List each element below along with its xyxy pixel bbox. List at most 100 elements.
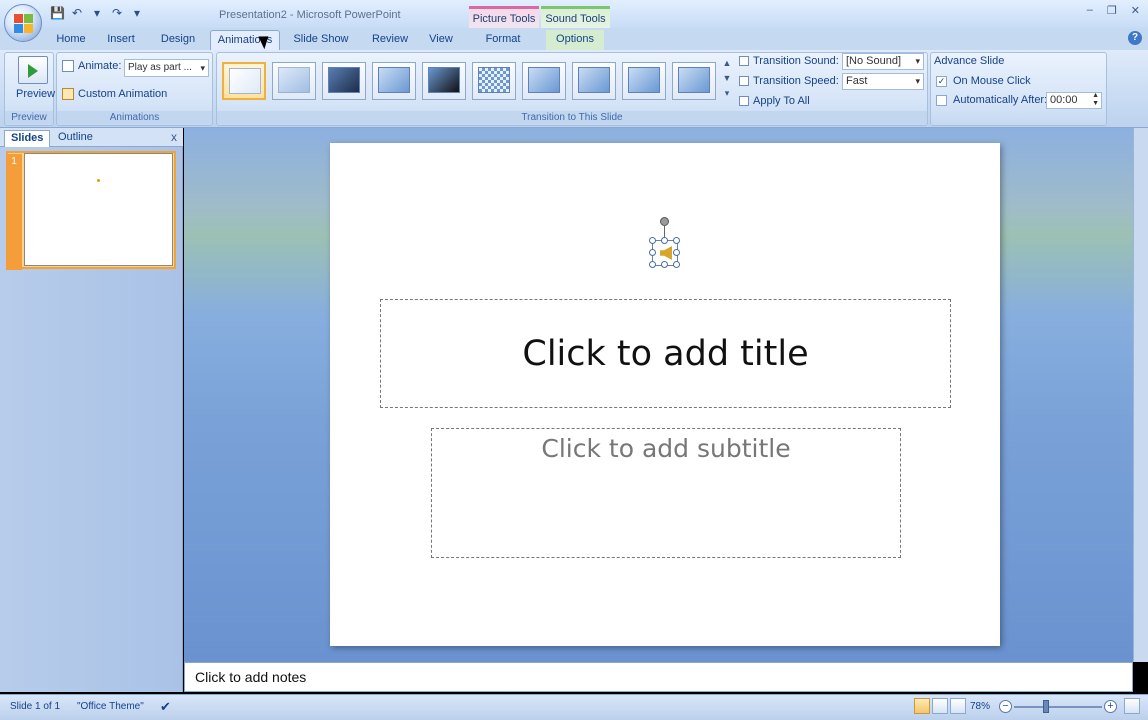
slide-canvas[interactable]: Click to add title Click to add subtitle (330, 143, 1000, 646)
context-tab-sound-tools: Sound Tools (541, 6, 610, 28)
status-bar: Slide 1 of 1 "Office Theme" ✔ 78% − + (0, 694, 1148, 720)
slide-number: 1 (6, 154, 22, 270)
preview-button[interactable]: Preview (16, 88, 55, 100)
zoom-slider[interactable] (1014, 706, 1102, 708)
thumbnail-image (578, 67, 610, 93)
transition-fade-through-black[interactable] (322, 62, 366, 100)
tab-design[interactable]: Design (156, 30, 200, 50)
slide-thumbnail[interactable] (24, 153, 173, 266)
sound-marker-icon (97, 179, 100, 182)
auto-after-value: 00:00 (1050, 94, 1078, 106)
preview-icon[interactable] (18, 56, 48, 84)
transition-sound-row: Transition Sound: (739, 55, 839, 67)
advance-slide-title: Advance Slide (934, 55, 1005, 67)
quick-access-toolbar: 💾 ↶ ▾ ↷ ▾ (50, 6, 144, 20)
transition-cut[interactable] (372, 62, 416, 100)
slide-sorter-view-button[interactable] (932, 698, 948, 714)
slide-workspace: Click to add title Click to add subtitle (184, 128, 1144, 662)
notes-pane[interactable]: Click to add notes (184, 662, 1133, 692)
custom-animation-icon (62, 88, 74, 101)
resize-handle[interactable] (649, 261, 656, 268)
transition-no-transition[interactable] (222, 62, 266, 100)
tab-home[interactable]: Home (52, 30, 90, 50)
office-button[interactable] (4, 4, 42, 42)
thumbnail-image (229, 68, 261, 94)
transition-dissolve[interactable] (472, 62, 516, 100)
group-label-preview: Preview (5, 111, 53, 124)
resize-handle[interactable] (661, 237, 668, 244)
transition-sound-label: Transition Sound: (753, 55, 839, 67)
subtitle-placeholder[interactable]: Click to add subtitle (431, 428, 901, 558)
transition-fade-smoothly[interactable] (272, 62, 316, 100)
transition-wipe-up[interactable] (672, 62, 716, 100)
resize-handle[interactable] (673, 261, 680, 268)
apply-all-icon (739, 96, 749, 107)
window-controls: – ❐ ✕ (1087, 4, 1140, 17)
thumbnail-image (378, 67, 410, 93)
save-icon[interactable]: 💾 (50, 6, 65, 20)
transition-sound-dropdown[interactable]: [No Sound] (842, 53, 924, 70)
zoom-in-button[interactable]: + (1104, 700, 1117, 713)
auto-after-label: Automatically After: (953, 94, 1048, 106)
help-icon[interactable]: ? (1128, 31, 1142, 45)
normal-view-button[interactable] (914, 698, 930, 714)
transition-wipe-down[interactable] (522, 62, 566, 100)
undo-icon[interactable]: ↶ (70, 6, 84, 20)
zoom-out-button[interactable]: − (999, 700, 1012, 713)
tab-format[interactable]: Format (478, 30, 528, 50)
tab-view[interactable]: View (424, 30, 458, 50)
restore-button[interactable]: ❐ (1107, 4, 1117, 17)
resize-handle[interactable] (673, 237, 680, 244)
transition-wipe-left[interactable] (572, 62, 616, 100)
fit-to-window-icon[interactable] (1124, 698, 1140, 714)
vertical-scrollbar[interactable] (1133, 128, 1148, 662)
custom-animation-button[interactable]: Custom Animation (62, 88, 167, 101)
thumbnail-image (678, 67, 710, 93)
animate-row: Animate: (62, 60, 122, 73)
auto-after-checkbox[interactable] (936, 94, 947, 106)
thumbnail-image (278, 67, 310, 93)
slide-show-view-button[interactable] (950, 698, 966, 714)
gallery-scroll[interactable]: ▲ ▼ ▾ (721, 56, 733, 106)
transition-speed-label: Transition Speed: (753, 75, 839, 87)
auto-after-row: Automatically After: (936, 94, 1047, 106)
spinner-arrows-icon[interactable]: ▲ ▼ (1092, 92, 1099, 108)
close-button[interactable]: ✕ (1131, 4, 1140, 17)
gallery-down-icon[interactable]: ▼ (721, 71, 733, 86)
tab-slides[interactable]: Slides (4, 130, 51, 147)
resize-handle[interactable] (649, 237, 656, 244)
close-pane-icon[interactable]: x (171, 130, 177, 144)
transition-wipe-right[interactable] (622, 62, 666, 100)
zoom-slider-thumb[interactable] (1043, 700, 1049, 713)
resize-handle[interactable] (649, 249, 656, 256)
tab-outline[interactable]: Outline (52, 130, 99, 147)
resize-handle[interactable] (661, 261, 668, 268)
auto-after-spinner[interactable]: 00:00 ▲ ▼ (1046, 92, 1102, 109)
zoom-level[interactable]: 78% (970, 701, 990, 712)
animate-label: Animate: (78, 60, 122, 72)
resize-handle[interactable] (673, 249, 680, 256)
gallery-more-icon[interactable]: ▾ (721, 86, 733, 101)
title-placeholder[interactable]: Click to add title (380, 299, 951, 408)
thumbnail-image (628, 67, 660, 93)
apply-to-all-button[interactable]: Apply To All (739, 95, 810, 107)
gallery-up-icon[interactable]: ▲ (721, 56, 733, 71)
transition-cut-through-black[interactable] (422, 62, 466, 100)
sound-icon (739, 56, 749, 67)
undo-dropdown-icon[interactable]: ▾ (90, 6, 104, 20)
group-label-animations: Animations (57, 111, 212, 124)
tab-review[interactable]: Review (368, 30, 412, 50)
transition-speed-dropdown[interactable]: Fast (842, 73, 924, 90)
tab-options[interactable]: Options (546, 30, 604, 50)
transition-speed-row: Transition Speed: (739, 75, 839, 87)
spell-check-icon[interactable]: ✔ (160, 699, 171, 715)
on-mouse-click-checkbox[interactable]: ✓ (936, 75, 947, 87)
redo-icon[interactable]: ↷ (110, 6, 124, 20)
customize-icon[interactable]: ▾ (130, 6, 144, 20)
animate-dropdown[interactable]: Play as part ... (124, 59, 209, 77)
tab-insert[interactable]: Insert (102, 30, 140, 50)
tab-slide-show[interactable]: Slide Show (290, 30, 352, 50)
minimize-button[interactable]: – (1087, 4, 1093, 17)
pane-tab-bar: Slides Outline x (0, 128, 183, 147)
thumbnail-image (478, 67, 510, 93)
